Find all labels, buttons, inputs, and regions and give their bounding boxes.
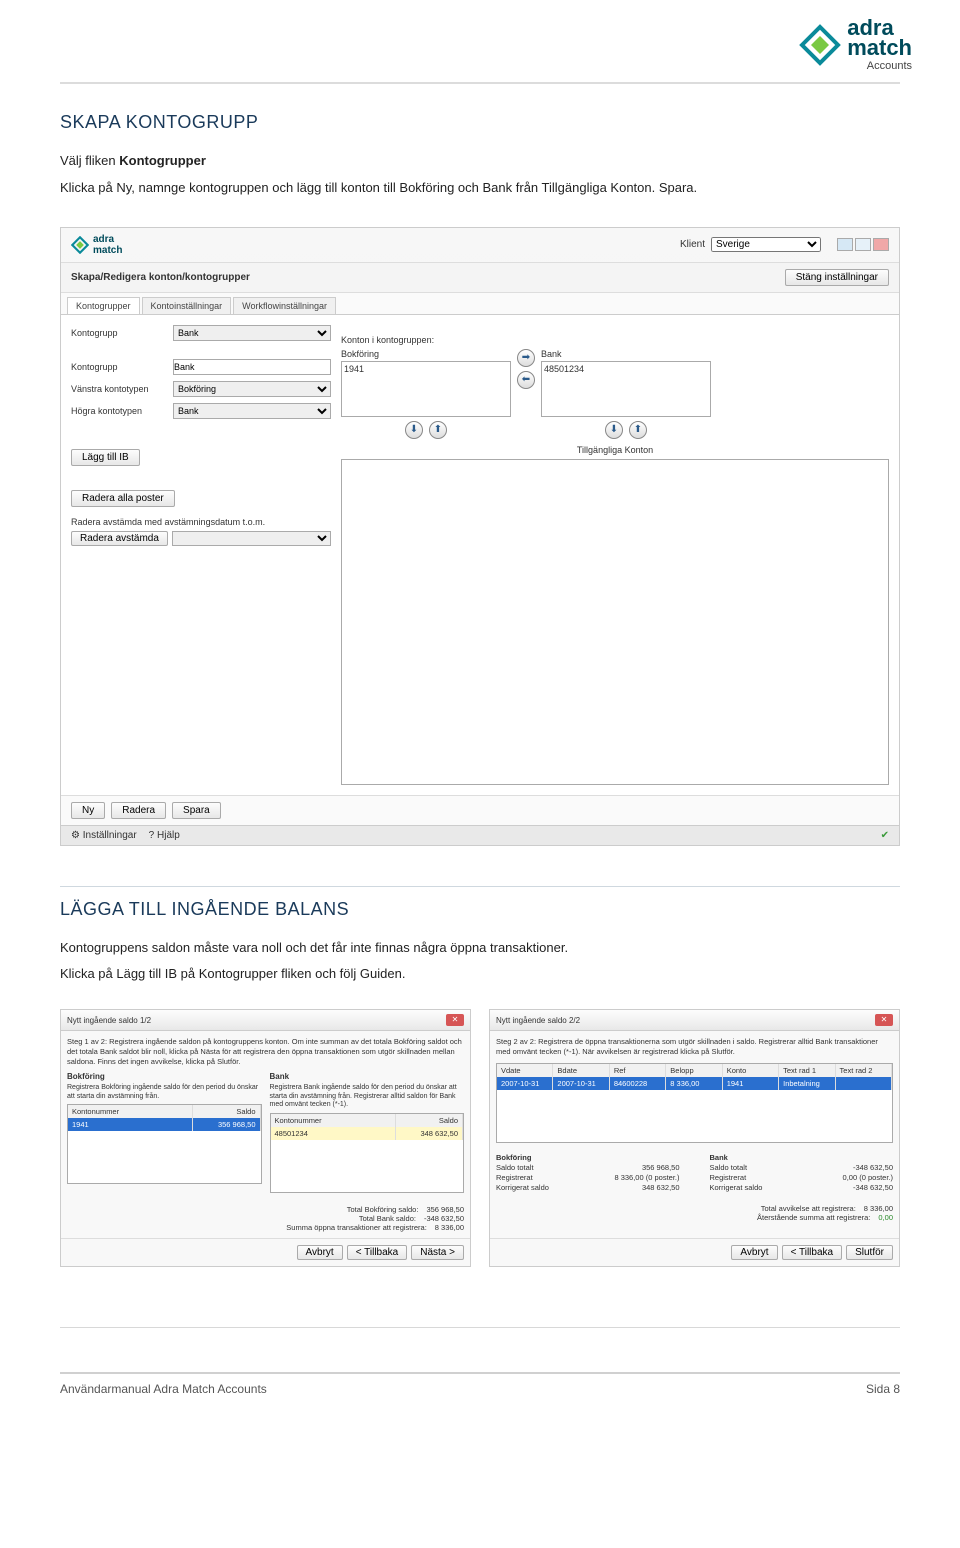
vanstra-select[interactable]: Bokföring [173,381,331,397]
bokforing-header: Bokföring [67,1072,262,1081]
hogra-label: Högra kontotypen [71,406,167,416]
dialog-step-1: Nytt ingående saldo 1/2 ✕ Steg 1 av 2: Re… [60,1009,471,1266]
status-installningar[interactable]: ⚙ Inställningar [71,830,137,841]
app-logo: adramatch [71,234,122,256]
radera-alla-button[interactable]: Radera alla poster [71,490,175,507]
lagg-till-ib-button[interactable]: Lägg till IB [71,449,140,466]
bank-list[interactable]: 48501234 [541,361,711,417]
nasta-button[interactable]: Nästa > [411,1245,464,1260]
kontogrupp-input[interactable] [173,359,331,375]
check-icon: ✔ [881,830,889,841]
body-text: Välj fliken Kontogrupper [60,151,900,172]
step-text: Steg 1 av 2: Registrera ingående saldon … [67,1037,464,1066]
kontogrupp-label: Kontogrupp [71,328,167,338]
step-text: Steg 2 av 2: Registrera de öppna transak… [496,1037,893,1057]
maximize-icon[interactable] [855,238,871,251]
klient-select[interactable]: Sverige [711,237,821,252]
kontogrupp-input-label: Kontogrupp [71,362,167,372]
avbryt-button[interactable]: Avbryt [731,1245,777,1260]
down-icon[interactable]: ⬇ [405,421,423,439]
section-heading-skapa: SKAPA KONTOGRUPP [60,112,900,133]
bank-note: Registrera Bank ingående saldo för den p… [270,1084,465,1109]
body-text: Kontogruppens saldon måste vara noll och… [60,938,900,959]
body-text: Klicka på Ny, namnge kontogruppen och lä… [60,178,900,199]
close-settings-button[interactable]: Stäng inställningar [785,269,889,286]
app-window-screenshot: adramatch Klient Sverige Skapa/Redigera … [60,227,900,846]
tillgangliga-list[interactable] [341,459,889,785]
footer-left: Användarmanual Adra Match Accounts [60,1382,267,1396]
tillgangliga-label: Tillgängliga Konton [341,445,889,455]
footer-right: Sida 8 [866,1382,900,1396]
konton-i-label: Konton i kontogruppen: [341,335,889,345]
arrow-right-icon[interactable]: ➡ [517,349,535,367]
col-bank-label: Bank [541,349,711,359]
radera-avstamda-button[interactable]: Radera avstämda [71,531,168,546]
minimize-icon[interactable] [837,238,853,251]
vanstra-label: Vänstra kontotypen [71,384,167,394]
bank-header: Bank [270,1072,465,1081]
logo: adramatch Accounts [799,18,912,72]
trans-table: VdateBdate RefBelopp KontoText rad 1 Tex… [496,1063,893,1143]
status-hjalp[interactable]: ? Hjälp [149,830,180,841]
tillbaka-button[interactable]: < Tillbaka [782,1245,843,1260]
hogra-select[interactable]: Bank [173,403,331,419]
bokf-note: Registrera Bokföring ingående saldo för … [67,1084,262,1101]
tab-kontogrupper[interactable]: Kontogrupper [67,297,140,314]
kontogrupp-select[interactable]: Bank [173,325,331,341]
wizard-dialogs: Nytt ingående saldo 1/2 ✕ Steg 1 av 2: Re… [60,1009,900,1266]
body-text: Klicka på Lägg till IB på Kontogrupper f… [60,964,900,985]
close-icon[interactable]: ✕ [875,1014,893,1026]
dialog-step-2: Nytt ingående saldo 2/2 ✕ Steg 2 av 2: Re… [489,1009,900,1266]
spara-button[interactable]: Spara [172,802,221,819]
bokforing-table: KontonummerSaldo 1941356 968,50 [67,1104,262,1184]
summary: Bokföring Saldo totalt356 968,50 Registr… [496,1153,893,1192]
divider [60,1327,900,1328]
section-heading-lagga: LÄGGA TILL INGÅENDE BALANS [60,899,900,920]
totals: Total Bokföring saldo:356 968,50 Total B… [67,1205,464,1232]
bokforing-list[interactable]: 1941 [341,361,511,417]
down-icon[interactable]: ⬇ [605,421,623,439]
arrow-left-icon[interactable]: ⬅ [517,371,535,389]
klient-label: Klient [680,239,705,250]
totals: Total avvikelse att registrera:8 336,00 … [496,1204,893,1222]
logo-text: adramatch Accounts [847,18,912,72]
page-footer: Användarmanual Adra Match Accounts Sida … [60,1372,900,1396]
divider [60,82,900,84]
radera-avst-label: Radera avstämda med avstämningsdatum t.o… [71,517,331,527]
panel-title: Skapa/Redigera konton/kontogrupper [71,272,250,283]
dialog-title: Nytt ingående saldo 1/2 [67,1016,151,1025]
up-icon[interactable]: ⬆ [429,421,447,439]
up-icon[interactable]: ⬆ [629,421,647,439]
slutfor-button[interactable]: Slutför [846,1245,893,1260]
radera-avst-date[interactable] [172,531,331,546]
bank-table: KontonummerSaldo 48501234348 632,50 [270,1113,465,1193]
col-bokforing-label: Bokföring [341,349,511,359]
window-controls [837,238,889,251]
close-icon[interactable] [873,238,889,251]
close-icon[interactable]: ✕ [446,1014,464,1026]
divider [60,886,900,887]
tab-kontoinstallningar[interactable]: Kontoinställningar [142,297,232,314]
avbryt-button[interactable]: Avbryt [297,1245,343,1260]
tillbaka-button[interactable]: < Tillbaka [347,1245,408,1260]
logo-mark-icon [799,24,841,66]
dialog-title: Nytt ingående saldo 2/2 [496,1016,580,1025]
radera-button[interactable]: Radera [111,802,166,819]
tab-workflow[interactable]: Workflowinställningar [233,297,336,314]
ny-button[interactable]: Ny [71,802,105,819]
